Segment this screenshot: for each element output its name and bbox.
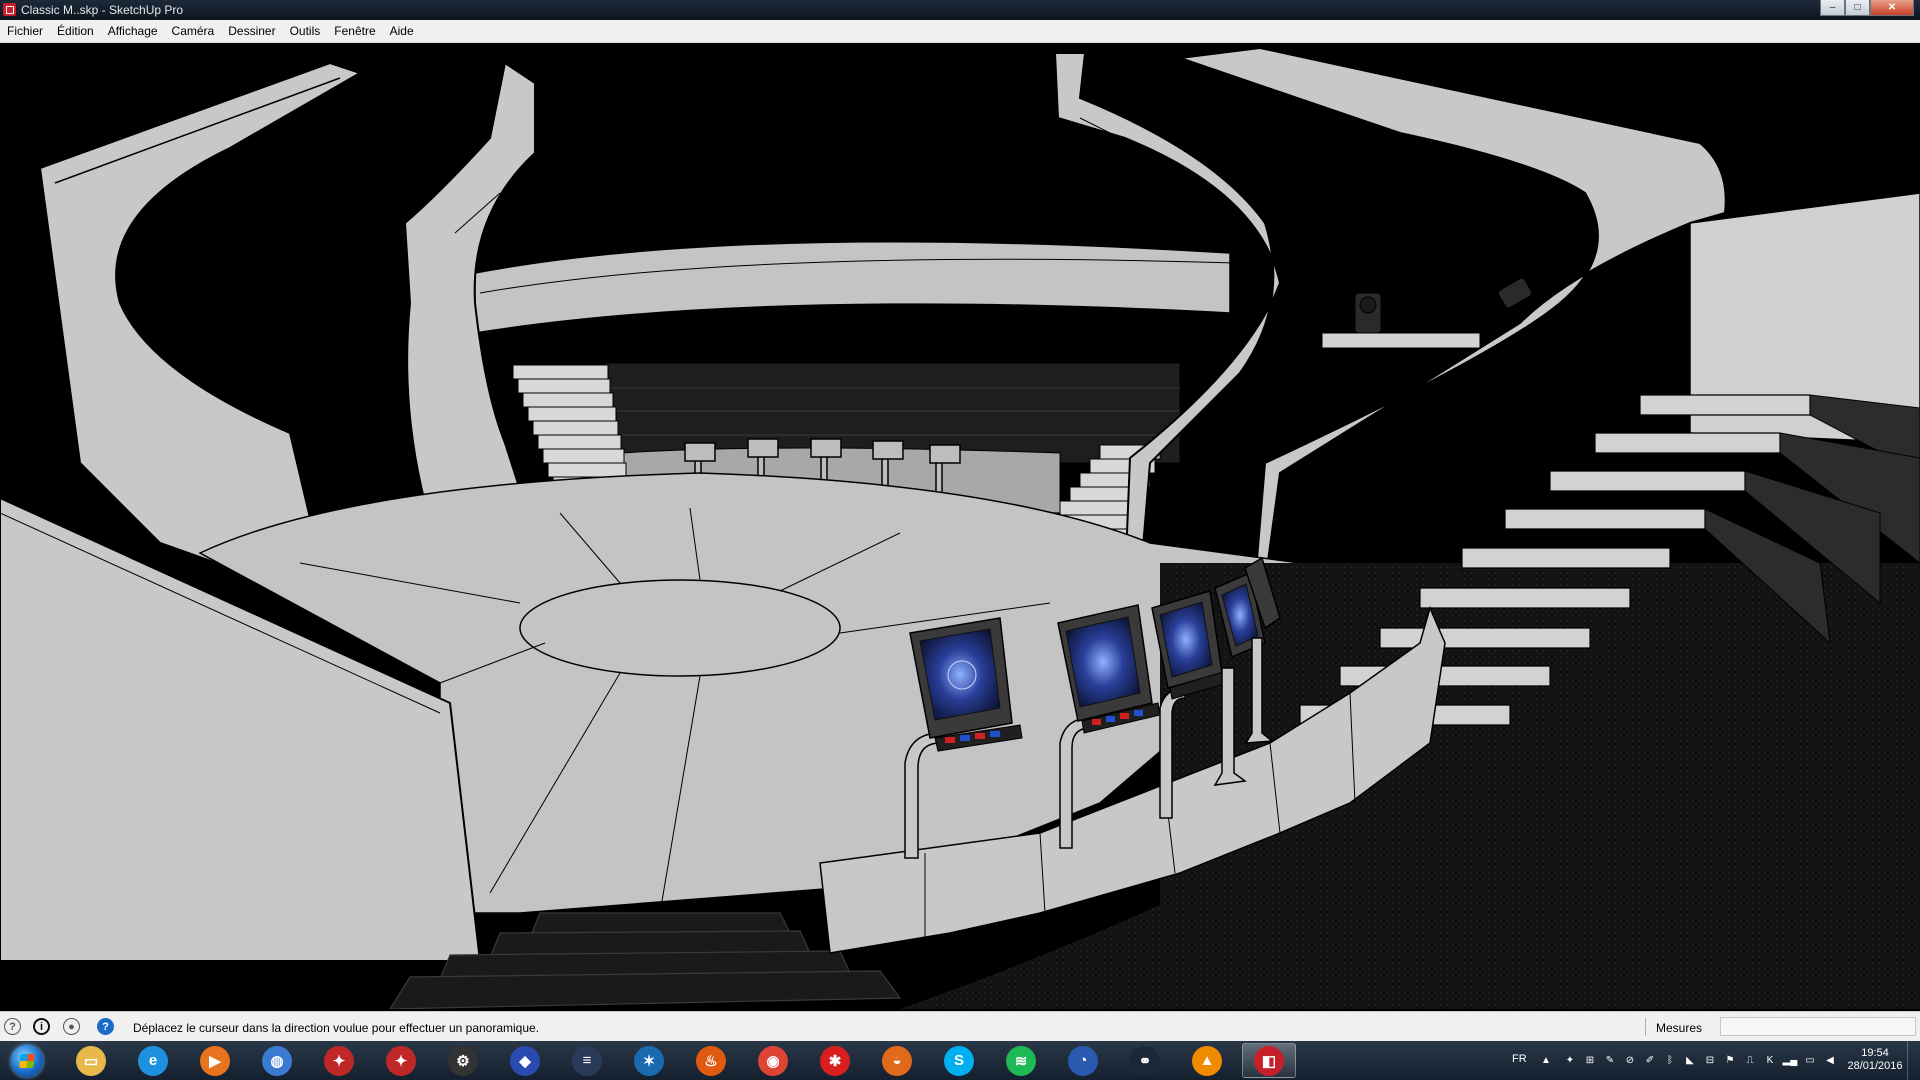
status-separator <box>1645 1018 1646 1036</box>
tray-app-icon[interactable]: ✐ <box>1644 1054 1656 1066</box>
menu-affichage[interactable]: Affichage <box>101 20 165 42</box>
status-message: Déplacez le curseur dans la direction vo… <box>133 1021 540 1035</box>
status-bar: ? i ● ? Déplacez le curseur dans la dire… <box>0 1011 1920 1042</box>
taskbar-button[interactable]: ◒ <box>870 1043 924 1078</box>
taskbar-button[interactable]: ▶ <box>188 1043 242 1078</box>
game-launcher-icon: ◆ <box>510 1045 540 1076</box>
back-wall <box>474 241 1231 334</box>
nvidia-icon[interactable]: ◣ <box>1684 1054 1696 1066</box>
steelseries-icon: ⚙ <box>448 1045 478 1076</box>
uplay-red-icon: ✱ <box>820 1045 850 1076</box>
windows-logo-icon <box>11 1044 43 1077</box>
taskbar-button[interactable]: ✱ <box>808 1043 862 1078</box>
taskbar-button[interactable]: ◔ <box>1056 1043 1110 1078</box>
menu-aide[interactable]: Aide <box>383 20 421 42</box>
action-center-icon[interactable]: ⚑ <box>1724 1054 1736 1066</box>
tray-app-icon[interactable]: K <box>1764 1054 1776 1066</box>
taskbar-button[interactable]: S <box>932 1043 986 1078</box>
drawing-viewport[interactable] <box>0 43 1920 1009</box>
credits-icon[interactable]: i <box>33 1018 50 1035</box>
notes-app-icon: ≡ <box>572 1045 602 1076</box>
taskbar-button[interactable]: ≡ <box>560 1043 614 1078</box>
window-controls: – □ ✕ <box>1820 0 1914 18</box>
vlc-icon: ▲ <box>1192 1045 1222 1076</box>
internet-explorer-icon: e <box>138 1045 168 1076</box>
right-outer-arch <box>1179 46 1727 584</box>
volume-icon[interactable]: ◀ <box>1824 1054 1836 1066</box>
menu-edition[interactable]: Édition <box>50 20 101 42</box>
firefox-icon: ◒ <box>882 1045 912 1076</box>
tray-app-icon[interactable]: ✦ <box>1564 1054 1576 1066</box>
measurements-input[interactable] <box>1720 1017 1916 1036</box>
tray-app-icon[interactable]: ⊘ <box>1624 1054 1636 1066</box>
geo-location-icon[interactable]: ? <box>4 1018 21 1035</box>
taskbar-button[interactable]: ▭ <box>64 1043 118 1078</box>
taskbar-button[interactable]: ▲ <box>1180 1043 1234 1078</box>
dragon-app-icon: ✦ <box>324 1045 354 1076</box>
taskbar-button[interactable]: ✦ <box>374 1043 428 1078</box>
battlenet-icon: ✶ <box>634 1045 664 1076</box>
menu-outils[interactable]: Outils <box>283 20 328 42</box>
window-title: Classic M..skp - SketchUp Pro <box>21 3 184 17</box>
center-disc <box>519 579 841 677</box>
menu-dessiner[interactable]: Dessiner <box>221 20 282 42</box>
bluetooth-icon[interactable]: ᛒ <box>1664 1054 1676 1066</box>
taskbar-button[interactable]: ♨ <box>684 1043 738 1078</box>
windows-flag-icon[interactable]: ⊞ <box>1584 1054 1596 1066</box>
maximize-button[interactable]: □ <box>1845 0 1870 16</box>
menu-fenetre[interactable]: Fenêtre <box>327 20 382 42</box>
explorer-icon: ▭ <box>76 1045 106 1076</box>
clock-time: 19:54 <box>1861 1047 1889 1059</box>
help-icon[interactable]: ? <box>97 1018 114 1035</box>
title-bar: Classic M..skp - SketchUp Pro – □ ✕ <box>0 0 1920 20</box>
menu-camera[interactable]: Caméra <box>165 20 222 42</box>
chrome-icon: ◉ <box>758 1045 788 1076</box>
taskbar-button[interactable]: ⚭ <box>1118 1043 1172 1078</box>
taskbar-button[interactable]: ✶ <box>622 1043 676 1078</box>
windows-taskbar: ▭ e ▶ ◍ ✦ ✦ ⚙ ◆ ≡ ✶ ♨ ◉ ✱ ◒ S ≋ ◔ ⚭ ▲ ◧ FR ▲ ✦ ⊞ ✎ ⊘ ✐ ᛒ ◣ … <box>0 1041 1920 1080</box>
sketchup-app-icon <box>3 3 16 16</box>
start-button[interactable] <box>3 1042 51 1079</box>
skype-icon: S <box>944 1045 974 1076</box>
tray-app-icon[interactable]: ⊟ <box>1704 1054 1716 1066</box>
close-button[interactable]: ✕ <box>1870 0 1914 16</box>
origin-icon: ◔ <box>1068 1045 1098 1076</box>
taskbar-button[interactable]: ≋ <box>994 1043 1048 1078</box>
taskbar-button[interactable]: ◧ <box>1242 1043 1296 1078</box>
taskbar-button[interactable]: ◆ <box>498 1043 552 1078</box>
menu-fichier[interactable]: Fichier <box>0 20 50 42</box>
taskbar-button[interactable]: ◉ <box>746 1043 800 1078</box>
network-icon[interactable]: ▂▄ <box>1783 1054 1798 1066</box>
clock-date: 28/01/2016 <box>1847 1060 1903 1072</box>
model-render <box>0 46 1920 1009</box>
sketchup-icon: ◧ <box>1254 1045 1284 1076</box>
steam-icon: ⚭ <box>1130 1045 1160 1076</box>
dragon-app-2-icon: ✦ <box>386 1045 416 1076</box>
media-player-icon: ▶ <box>200 1045 230 1076</box>
system-tray: FR ▲ ✦ ⊞ ✎ ⊘ ✐ ᛒ ◣ ⊟ ⚑ ⎍ K ▂▄ ▭ ◀ 19:54 … <box>1500 1041 1920 1080</box>
taskbar-button[interactable]: e <box>126 1043 180 1078</box>
spotify-icon: ≋ <box>1006 1045 1036 1076</box>
minimize-button[interactable]: – <box>1820 0 1845 16</box>
spotlight <box>1354 277 1533 334</box>
language-indicator[interactable]: FR <box>1512 1053 1527 1065</box>
battery-icon[interactable]: ▭ <box>1804 1054 1816 1066</box>
measurements-label: Mesures <box>1656 1021 1703 1035</box>
tray-app-icon[interactable]: ⎍ <box>1744 1054 1756 1066</box>
show-desktop-button[interactable] <box>1907 1041 1920 1080</box>
fire-app-icon: ♨ <box>696 1045 726 1076</box>
clock[interactable]: 19:54 28/01/2016 <box>1840 1047 1910 1073</box>
tray-app-icon[interactable]: ✎ <box>1604 1054 1616 1066</box>
taskbar-button[interactable]: ⚙ <box>436 1043 490 1078</box>
show-hidden-icons-icon[interactable]: ▲ <box>1540 1054 1552 1066</box>
taskbar-button[interactable]: ✦ <box>312 1043 366 1078</box>
user-account-icon[interactable]: ● <box>63 1018 80 1035</box>
taskbar-button[interactable]: ◍ <box>250 1043 304 1078</box>
spotlight-ledge <box>1321 332 1481 349</box>
globe-app-icon: ◍ <box>262 1045 292 1076</box>
menu-bar: Fichier Édition Affichage Caméra Dessine… <box>0 20 1920 43</box>
